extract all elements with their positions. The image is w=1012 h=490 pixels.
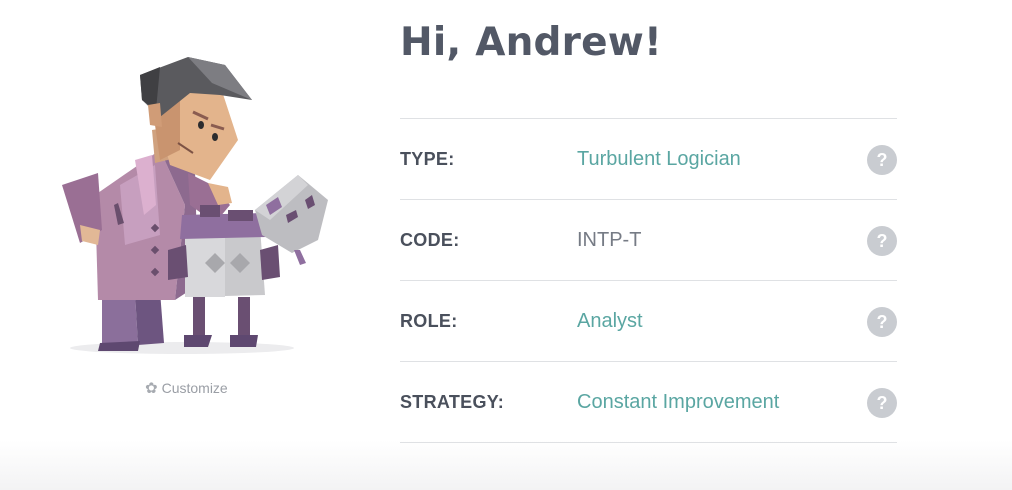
profile-table: TYPE: Turbulent Logician ? CODE: INTP-T … xyxy=(400,118,897,443)
row-value: Analyst xyxy=(577,310,643,332)
profile-row-code: CODE: INTP-T ? xyxy=(400,200,897,281)
profile-row-strategy: STRATEGY: Constant Improvement ? xyxy=(400,362,897,443)
row-label: TYPE: xyxy=(400,149,455,169)
page-title: Hi, Andrew! xyxy=(400,20,662,65)
row-value: INTP-T xyxy=(577,229,642,251)
row-value: Turbulent Logician xyxy=(577,148,741,170)
profile-row-type: TYPE: Turbulent Logician ? xyxy=(400,119,897,200)
help-icon[interactable]: ? xyxy=(867,226,897,256)
star-icon: ✿ xyxy=(145,379,158,397)
avatar xyxy=(60,55,330,360)
row-value: Constant Improvement xyxy=(577,391,780,413)
help-icon[interactable]: ? xyxy=(867,145,897,175)
row-label: STRATEGY: xyxy=(400,392,505,412)
customize-link[interactable]: ✿ Customize xyxy=(145,380,228,396)
profile-row-role: ROLE: Analyst ? xyxy=(400,281,897,362)
customize-label: Customize xyxy=(161,380,228,396)
row-label: ROLE: xyxy=(400,311,458,331)
help-icon[interactable]: ? xyxy=(867,307,897,337)
help-icon[interactable]: ? xyxy=(867,388,897,418)
row-label: CODE: xyxy=(400,230,460,250)
